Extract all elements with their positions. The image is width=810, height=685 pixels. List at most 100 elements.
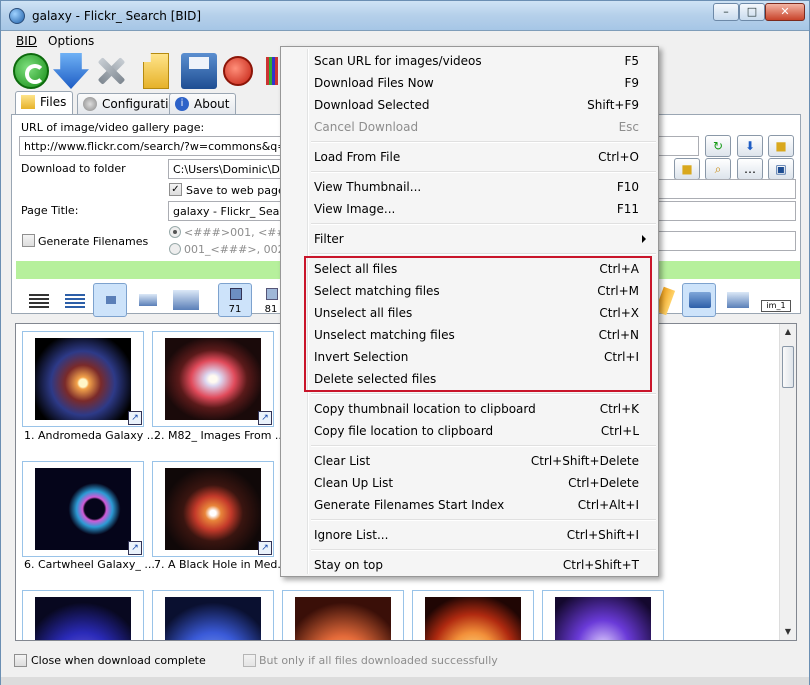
large-thumbs-icon[interactable] [168, 283, 202, 317]
menu-item-shortcut: Ctrl+Delete [568, 476, 639, 490]
close-button[interactable]: ✕ [765, 3, 805, 21]
thumbnail-7[interactable] [282, 590, 404, 640]
menu-item-ignore-list[interactable]: Ignore List... Ctrl+Shift+I [283, 524, 656, 546]
generate-filenames-field[interactable] [656, 231, 796, 251]
scroll-up-icon[interactable]: ▲ [780, 324, 796, 340]
menu-item-shortcut: Ctrl+Shift+Delete [530, 454, 639, 468]
url-input[interactable]: http://www.flickr.com/search/?w=commons&… [19, 136, 281, 156]
folder-small-icon[interactable]: ■ [768, 135, 794, 157]
menu-separator [311, 223, 656, 225]
menu-bid[interactable]: BID [16, 34, 37, 48]
images-count-button[interactable]: 71 [218, 283, 252, 317]
thumbnail-caption: 2. M82_ Images From ... [154, 429, 284, 442]
small-thumbs-icon[interactable] [93, 283, 127, 317]
menu-options[interactable]: Options [48, 34, 94, 48]
menu-separator [311, 445, 656, 447]
thumbnail-2[interactable]: ↗ [152, 331, 274, 427]
menu-item-label: Load From File [314, 150, 401, 164]
url-input-tail[interactable] [656, 136, 699, 156]
save-icon[interactable] [181, 53, 217, 89]
gallery-scrollbar[interactable]: ▲ ▼ [779, 324, 796, 640]
menu-item-shortcut: Ctrl+L [600, 424, 639, 438]
menu-item-label: Clean Up List [314, 476, 394, 490]
save-webpage-checkbox[interactable]: ✓ [169, 183, 182, 196]
filename-format-radio-2[interactable] [169, 243, 181, 255]
gear-icon [83, 97, 97, 111]
download-icon[interactable] [53, 53, 89, 89]
play-download-icon[interactable] [682, 283, 716, 317]
menu-item-shortcut: F10 [616, 180, 639, 194]
minimize-button[interactable]: – [713, 3, 739, 21]
menu-item-label: Filter [314, 232, 344, 246]
menu-item-copy-file-location[interactable]: Copy file location to clipboard Ctrl+L [283, 420, 656, 442]
thumbnail-image [425, 597, 521, 640]
search-folder-icon[interactable]: ⌕ [705, 158, 731, 180]
folder-input[interactable]: C:\Users\Dominic\Docu [168, 159, 281, 179]
only-if-success-checkbox[interactable] [243, 654, 256, 667]
open-folder-icon[interactable]: ■ [674, 158, 700, 180]
cancel-icon[interactable] [223, 56, 253, 86]
color-grid-icon[interactable] [266, 57, 278, 85]
menu-separator [311, 141, 656, 143]
medium-thumbs-icon[interactable] [130, 283, 164, 317]
menu-separator [311, 253, 656, 255]
save-small-icon[interactable]: ▣ [768, 158, 794, 180]
filename-format-label-1: <###>001, <### [184, 226, 295, 239]
maximize-button[interactable]: □ [739, 3, 765, 21]
download-small-icon[interactable]: ⬇ [737, 135, 763, 157]
menu-item-shortcut: F5 [624, 54, 639, 68]
save-webpage-field[interactable] [656, 179, 796, 199]
scan-refresh-icon[interactable]: ↻ [705, 135, 731, 157]
thumbnail-image [555, 597, 651, 640]
menu-item-stay-on-top[interactable]: Stay on top Ctrl+Shift+T [283, 554, 656, 576]
menu-item-shortcut: Ctrl+Shift+I [566, 528, 639, 542]
scroll-down-icon[interactable]: ▼ [780, 624, 796, 640]
download-to-disk-icon[interactable] [720, 283, 754, 317]
menu-item-shortcut: Ctrl+K [599, 402, 639, 416]
folder-icon[interactable] [143, 53, 169, 89]
thumbnail-4[interactable]: ↗ [152, 461, 274, 557]
thumbnail-caption: 7. A Black Hole in Med... [154, 558, 284, 571]
thumbnail-caption: 1. Andromeda Galaxy ... [24, 429, 154, 442]
thumbnail-8[interactable] [412, 590, 534, 640]
folder-tab-icon [21, 95, 35, 109]
thumbnail-5[interactable] [22, 590, 144, 640]
thumbnail-3[interactable]: ↗ [22, 461, 144, 557]
link-icon: ↗ [128, 541, 142, 555]
menu-item-download-selected[interactable]: Download Selected Shift+F9 [283, 94, 656, 116]
generate-filenames-checkbox[interactable] [22, 234, 35, 247]
filename-format-radio-1[interactable] [169, 226, 181, 238]
thumbnail-1[interactable]: ↗ [22, 331, 144, 427]
menu-item-cancel-download: Cancel Download Esc [283, 116, 656, 138]
thumbnail-9[interactable] [542, 590, 664, 640]
page-title-input[interactable]: galaxy - Flickr_ Search [168, 201, 281, 221]
menu-item-label: Generate Filenames Start Index [314, 498, 505, 512]
close-when-done-checkbox[interactable] [14, 654, 27, 667]
menu-item-clean-up-list[interactable]: Clean Up List Ctrl+Delete [283, 472, 656, 494]
page-title-label: Page Title: [21, 204, 79, 217]
menu-item-shortcut: Ctrl+O [598, 150, 639, 164]
tab-files[interactable]: Files [15, 91, 74, 115]
list-view-icon[interactable] [56, 283, 90, 317]
menu-item-view-thumbnail[interactable]: View Thumbnail... F10 [283, 176, 656, 198]
filename-icon[interactable]: im_1 [758, 283, 792, 317]
menu-item-download-files-now[interactable]: Download Files Now F9 [283, 72, 656, 94]
menu-item-label: View Image... [314, 202, 396, 216]
stop-icon[interactable] [93, 53, 129, 89]
menu-item-load-from-file[interactable]: Load From File Ctrl+O [283, 146, 656, 168]
tab-about-label: About [194, 97, 230, 111]
menu-item-copy-thumbnail-location[interactable]: Copy thumbnail location to clipboard Ctrl… [283, 398, 656, 420]
thumbnail-6[interactable] [152, 590, 274, 640]
menu-item-clear-list[interactable]: Clear List Ctrl+Shift+Delete [283, 450, 656, 472]
page-title-field-tail[interactable] [656, 201, 796, 221]
menu-item-label: Stay on top [314, 558, 384, 572]
menu-item-scan-url[interactable]: Scan URL for images/videos F5 [283, 50, 656, 72]
tab-about[interactable]: i About [169, 93, 237, 115]
details-view-icon[interactable] [20, 283, 54, 317]
menu-item-generate-filenames-start-index[interactable]: Generate Filenames Start Index Ctrl+Alt+I [283, 494, 656, 516]
browse-button[interactable]: … [737, 158, 763, 180]
menu-item-view-image[interactable]: View Image... F11 [283, 198, 656, 220]
scroll-thumb[interactable] [782, 346, 794, 388]
refresh-icon[interactable] [13, 53, 49, 89]
menu-item-filter[interactable]: Filter [283, 228, 656, 250]
